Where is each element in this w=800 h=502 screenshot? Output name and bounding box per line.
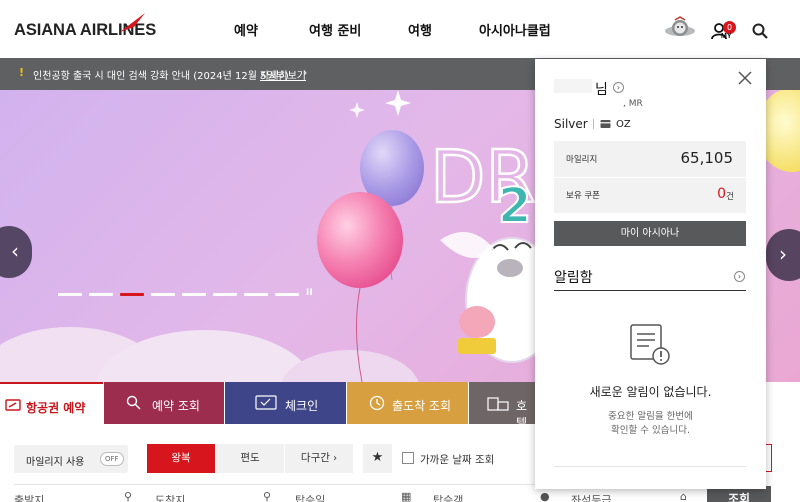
mileage-toggle[interactable]: OFF	[100, 452, 124, 466]
ticket-icon	[5, 399, 21, 411]
tab-label: 항공권 예약	[26, 401, 86, 415]
one-way-button[interactable]: 편도	[216, 444, 284, 473]
calendar-icon: ▦	[401, 490, 412, 502]
coupon-unit: 건	[726, 192, 734, 202]
mileage-value[interactable]: 65,105	[681, 149, 734, 167]
tab-flight-status[interactable]: 출도착 조회	[347, 382, 468, 424]
slide-dot[interactable]	[213, 293, 237, 296]
search-icon[interactable]	[752, 23, 768, 39]
empty-notice-title: 새로운 알림이 없습니다.	[589, 385, 712, 399]
departure-field[interactable]: 출발지	[14, 492, 44, 502]
arrival-field[interactable]: 도착지	[155, 492, 185, 502]
slide-dot-active[interactable]	[120, 293, 144, 296]
asiana-home: ASIANA AIRLINES 예약 여행 준비 여행 아시아나클럽 0 MY	[0, 0, 800, 502]
info-divider	[554, 177, 746, 178]
nav-asiana-club[interactable]: 아시아나클럽	[479, 20, 551, 39]
nav-reservation[interactable]: 예약	[234, 20, 258, 39]
coupon-value[interactable]: 0	[717, 186, 726, 202]
favorite-star-icon[interactable]: ★	[363, 444, 392, 473]
passengers-field[interactable]: 탑승객	[433, 492, 463, 502]
slide-dot[interactable]	[275, 293, 299, 296]
nearby-dates-checkbox[interactable]	[402, 452, 414, 464]
location-pin-icon: ⚲	[124, 490, 133, 502]
svg-text:2: 2	[498, 178, 531, 234]
alert-icon: !	[19, 66, 25, 79]
tab-label: 예약 조회	[152, 399, 200, 413]
empty-notice-desc-1: 중요한 알림을 한번에	[608, 411, 693, 422]
coupon-label: 보유 쿠폰	[566, 191, 600, 201]
nav-travel[interactable]: 여행	[408, 20, 432, 39]
multi-city-label: 다구간	[300, 452, 330, 464]
member-info-box: 마일리지 65,105 보유 쿠폰 0 건	[554, 141, 746, 213]
slide-dot[interactable]	[151, 293, 175, 296]
tab-label: 출도착 조회	[392, 399, 452, 413]
inbox-divider	[554, 290, 746, 291]
departure-date-field[interactable]: 탑승일	[295, 492, 325, 502]
passenger-icon: ●	[540, 490, 550, 502]
hotel-icon	[487, 397, 509, 411]
tab-reservation-lookup[interactable]: 예약 조회	[104, 382, 224, 424]
slide-dot[interactable]	[58, 293, 82, 296]
multi-city-button[interactable]: 다구간 ›	[285, 444, 353, 473]
tab-label: 체크인	[285, 399, 319, 413]
partial-input-edge	[766, 444, 772, 472]
logo-wing-icon	[120, 13, 145, 32]
mileage-use-label: 마일리지 사용	[26, 457, 85, 468]
boarding-pass-icon	[255, 395, 277, 410]
my-label: MY	[721, 33, 732, 40]
nav-travel-prep[interactable]: 여행 준비	[309, 20, 361, 39]
card-icon	[600, 120, 611, 128]
notice-text: 인천공항 출국 시 대인 검색 강화 안내 (2024년 12월 5일부)	[33, 71, 289, 82]
tab-checkin[interactable]: 체크인	[225, 382, 346, 424]
tab-hotel[interactable]: 호텔	[469, 382, 535, 430]
panel-bottom-divider	[554, 466, 746, 467]
hero-next-button[interactable]: ›	[766, 229, 800, 281]
chevron-right-icon[interactable]: ›	[734, 271, 745, 282]
chevron-right-icon: ›	[303, 66, 308, 79]
location-pin-icon: ⚲	[263, 490, 272, 502]
tab-label: 호텔	[516, 399, 528, 430]
empty-notice-icon	[630, 324, 670, 365]
user-name-suffix: 님	[595, 82, 608, 98]
masked-name	[554, 79, 592, 93]
nearby-dates-label: 가까운 날짜 조회	[420, 454, 495, 466]
cabin-class-field[interactable]: 좌석등급	[571, 492, 611, 502]
user-title: , MR	[623, 99, 643, 109]
my-asiana-button[interactable]: 마이 아시아나	[554, 221, 746, 246]
mileage-toggle-group: 마일리지 사용 OFF	[14, 445, 128, 473]
round-trip-button[interactable]: 왕복	[147, 444, 215, 473]
mileage-label: 마일리지	[566, 155, 598, 165]
chevron-right-icon[interactable]: ›	[613, 82, 624, 93]
tier-label: Silver	[554, 117, 588, 131]
inbox-title: 알림함	[554, 270, 593, 286]
slide-dot[interactable]	[89, 293, 113, 296]
clock-icon	[369, 395, 385, 411]
empty-notice-desc-2: 확인할 수 있습니다.	[611, 425, 690, 436]
airline-code: OZ	[616, 119, 631, 130]
slide-dot[interactable]	[244, 293, 268, 296]
my-asiana-panel: 님 › , MR Silver OZ 마일리지 65,105 보유 쿠폰 0 건…	[535, 59, 766, 489]
pause-icon[interactable]: II	[306, 288, 313, 298]
mascot-icon[interactable]	[664, 16, 696, 42]
close-icon[interactable]	[738, 71, 752, 85]
slide-dot[interactable]	[182, 293, 206, 296]
notice-more-link[interactable]: 자세히보기	[260, 67, 306, 82]
search-icon	[126, 395, 141, 410]
site-header: ASIANA AIRLINES 예약 여행 준비 여행 아시아나클럽 0 MY	[0, 0, 800, 58]
tab-flight-booking[interactable]: 항공권 예약	[0, 382, 103, 424]
divider	[593, 119, 594, 129]
chevron-right-icon: ›	[329, 453, 338, 464]
seat-icon: ⌂	[680, 490, 687, 502]
